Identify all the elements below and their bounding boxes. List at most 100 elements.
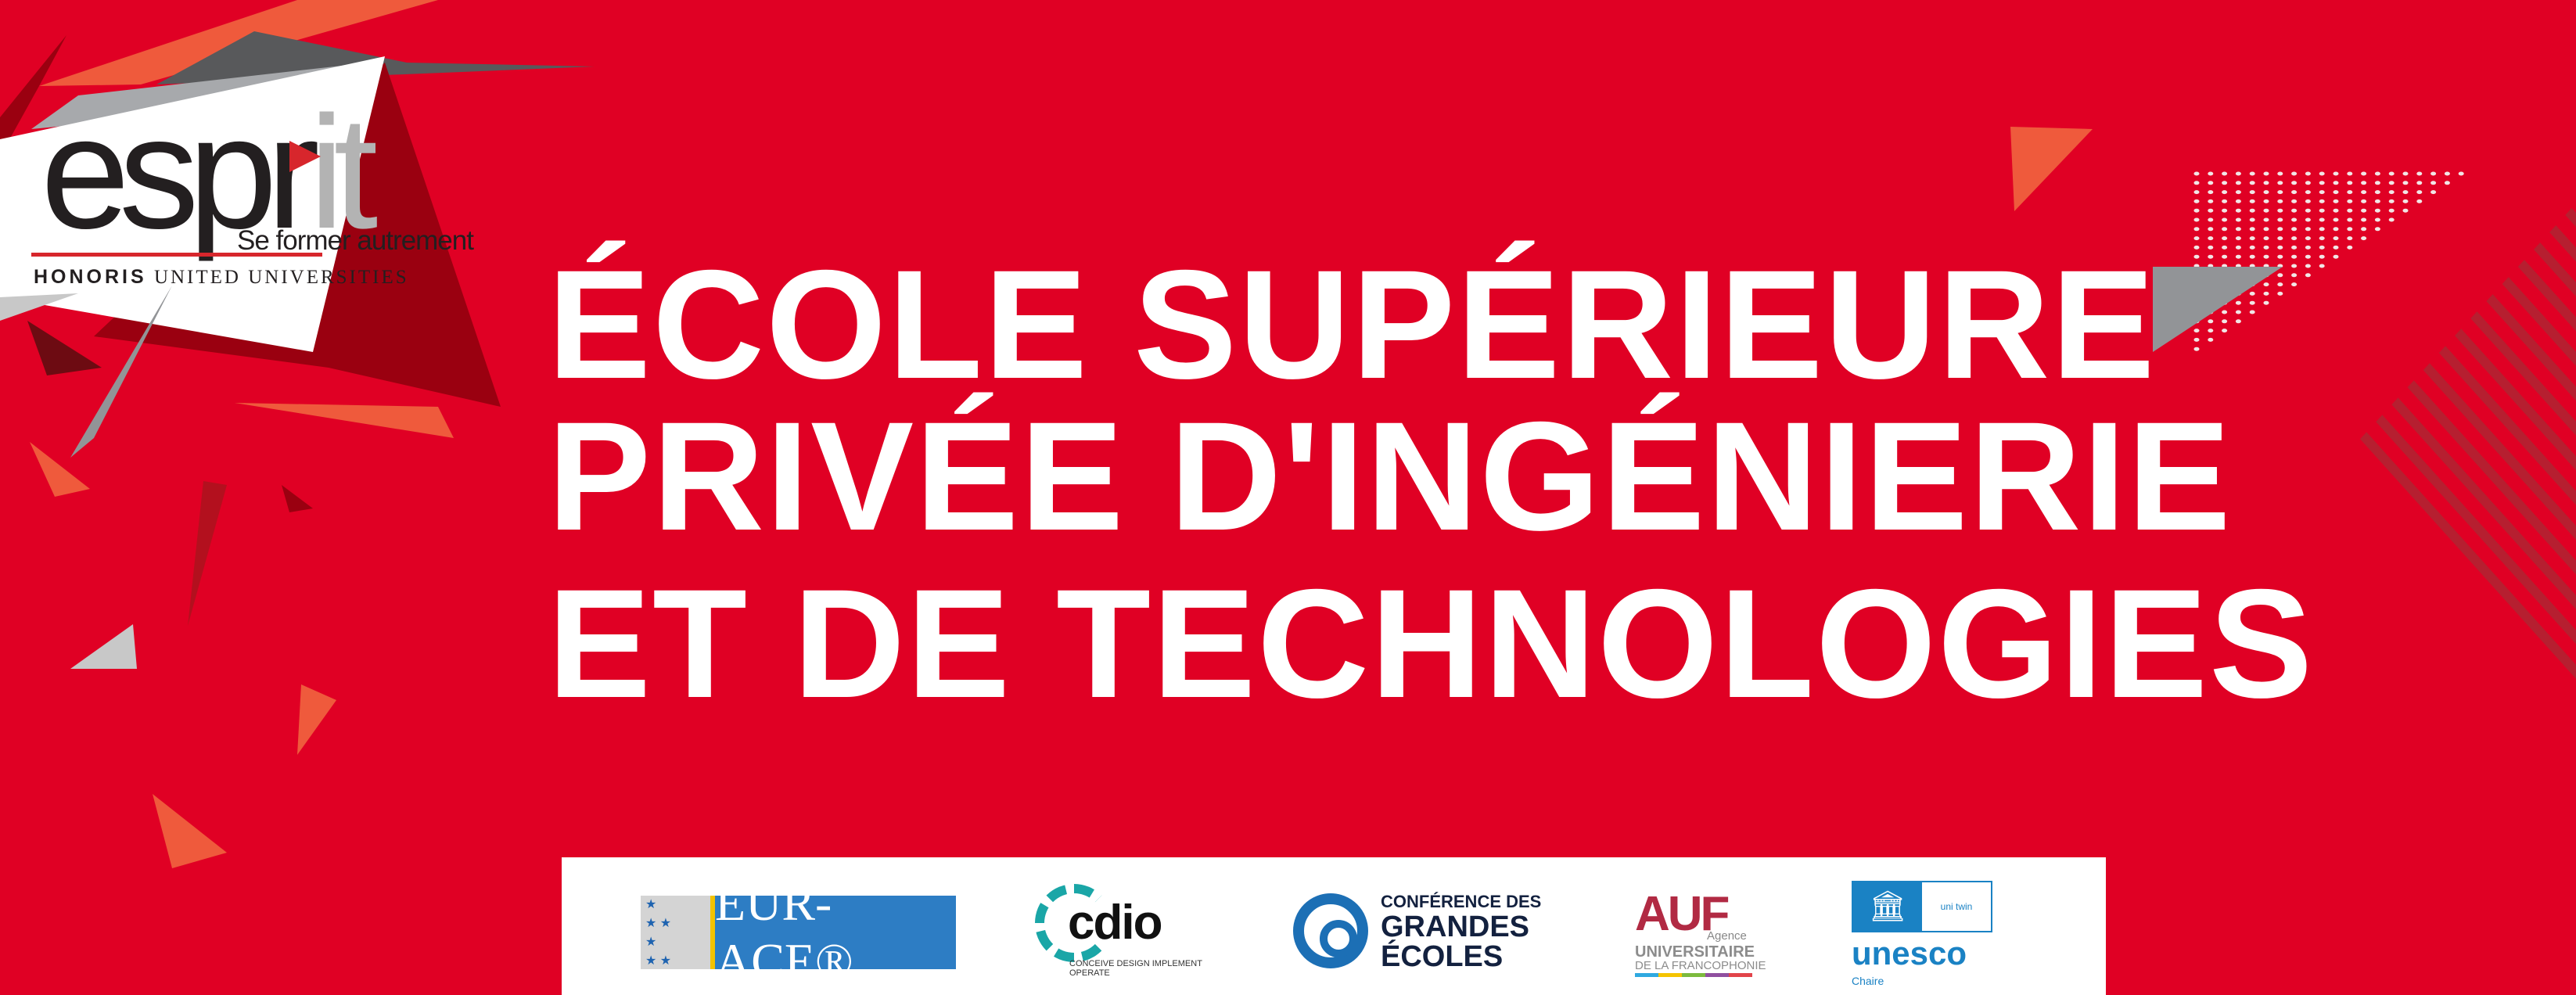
dot [2249,291,2255,296]
dot [2388,208,2395,213]
dot [2291,254,2298,259]
dot [2263,291,2269,296]
dot [2222,245,2228,250]
title-line-3: ET DE TECHNOLOGIES [548,557,2315,730]
dot [2235,300,2241,305]
dot [2333,245,2339,250]
dot [2319,171,2325,176]
dot [2222,310,2228,314]
dot [2193,217,2200,222]
dot [2263,254,2269,259]
dot [2277,236,2283,241]
partners-band: ★ ★ ★ ★ ★ ★ EUR-ACE® cdio CONCEIVE DESIGN I… [562,857,2106,995]
dot [2347,236,2353,241]
dot [2291,181,2298,185]
dot [2291,273,2298,278]
dot [2263,199,2269,203]
dot [2249,171,2255,176]
dot [2249,300,2255,305]
dot [2388,199,2395,203]
dot [2388,171,2395,176]
dot [2319,236,2325,241]
dot [2235,199,2241,203]
dot [2444,171,2450,176]
dot [2402,181,2409,185]
dot [2249,245,2255,250]
dot [2277,199,2283,203]
dot [2305,236,2311,241]
dot [2416,190,2423,195]
dot [2361,190,2367,195]
dot [2458,171,2464,176]
dot [2361,227,2367,232]
dot [2374,227,2380,232]
dot [2374,199,2380,203]
dot [2361,217,2367,222]
dot [2444,181,2450,185]
dot [2249,217,2255,222]
dot [2291,227,2298,232]
dot [2193,181,2200,185]
stripe [2390,203,2576,943]
dot [2222,227,2228,232]
dot [2277,181,2283,185]
dot [2222,208,2228,213]
dot [2291,282,2298,287]
dot [2305,208,2311,213]
dot [2222,254,2228,259]
dot [2263,282,2269,287]
auf-color-bar [1635,973,1752,977]
auf-logo: AUF Agence UNIVERSITAIRE DE LA FRANCOPHO… [1635,890,1768,977]
dot [2374,190,2380,195]
dot [2291,264,2298,268]
dot [2263,208,2269,213]
gray-triangle [2153,267,2283,352]
dot [2319,217,2325,222]
dot [2277,208,2283,213]
shard [235,403,454,438]
dot [2388,190,2395,195]
dot [2193,347,2200,351]
dot [2208,319,2214,324]
dot [2361,208,2367,213]
title-line-2: PRIVÉE D'INGÉNIERIE [548,390,2233,562]
dot [2305,181,2311,185]
dot [2235,254,2241,259]
dot [2235,310,2241,314]
dot [2319,264,2325,268]
dot [2361,181,2367,185]
dot [2319,254,2325,259]
dot [2402,171,2409,176]
dot [2402,190,2409,195]
dot [2208,337,2214,342]
dot [2208,208,2214,213]
dot [2222,319,2228,324]
dot [2347,181,2353,185]
honoris-label: HONORIS UNITED UNIVERSITIES [34,266,409,288]
dot [2291,171,2298,176]
dot [2249,310,2255,314]
dot [2291,245,2298,250]
title-line-1: ÉCOLE SUPÉRIEURE [548,238,2157,411]
dot [2222,236,2228,241]
temple-icon: 🏛 [1853,882,1922,931]
dot [2277,282,2283,287]
dot [2305,190,2311,195]
dot [2347,208,2353,213]
shard [2010,127,2093,211]
dot [2305,227,2311,232]
dot [2361,171,2367,176]
dot [2305,245,2311,250]
play-triangle-icon [289,141,321,172]
dot [2402,199,2409,203]
dot [2263,227,2269,232]
dot [2235,208,2241,213]
cge-logo: CONFÉRENCE DES GRANDES ÉCOLES [1293,892,1551,972]
dot [2347,171,2353,176]
dot [2263,300,2269,305]
shard [30,442,90,497]
dot [2208,245,2214,250]
dot [2277,245,2283,250]
dot [2208,329,2214,333]
dot [2402,208,2409,213]
